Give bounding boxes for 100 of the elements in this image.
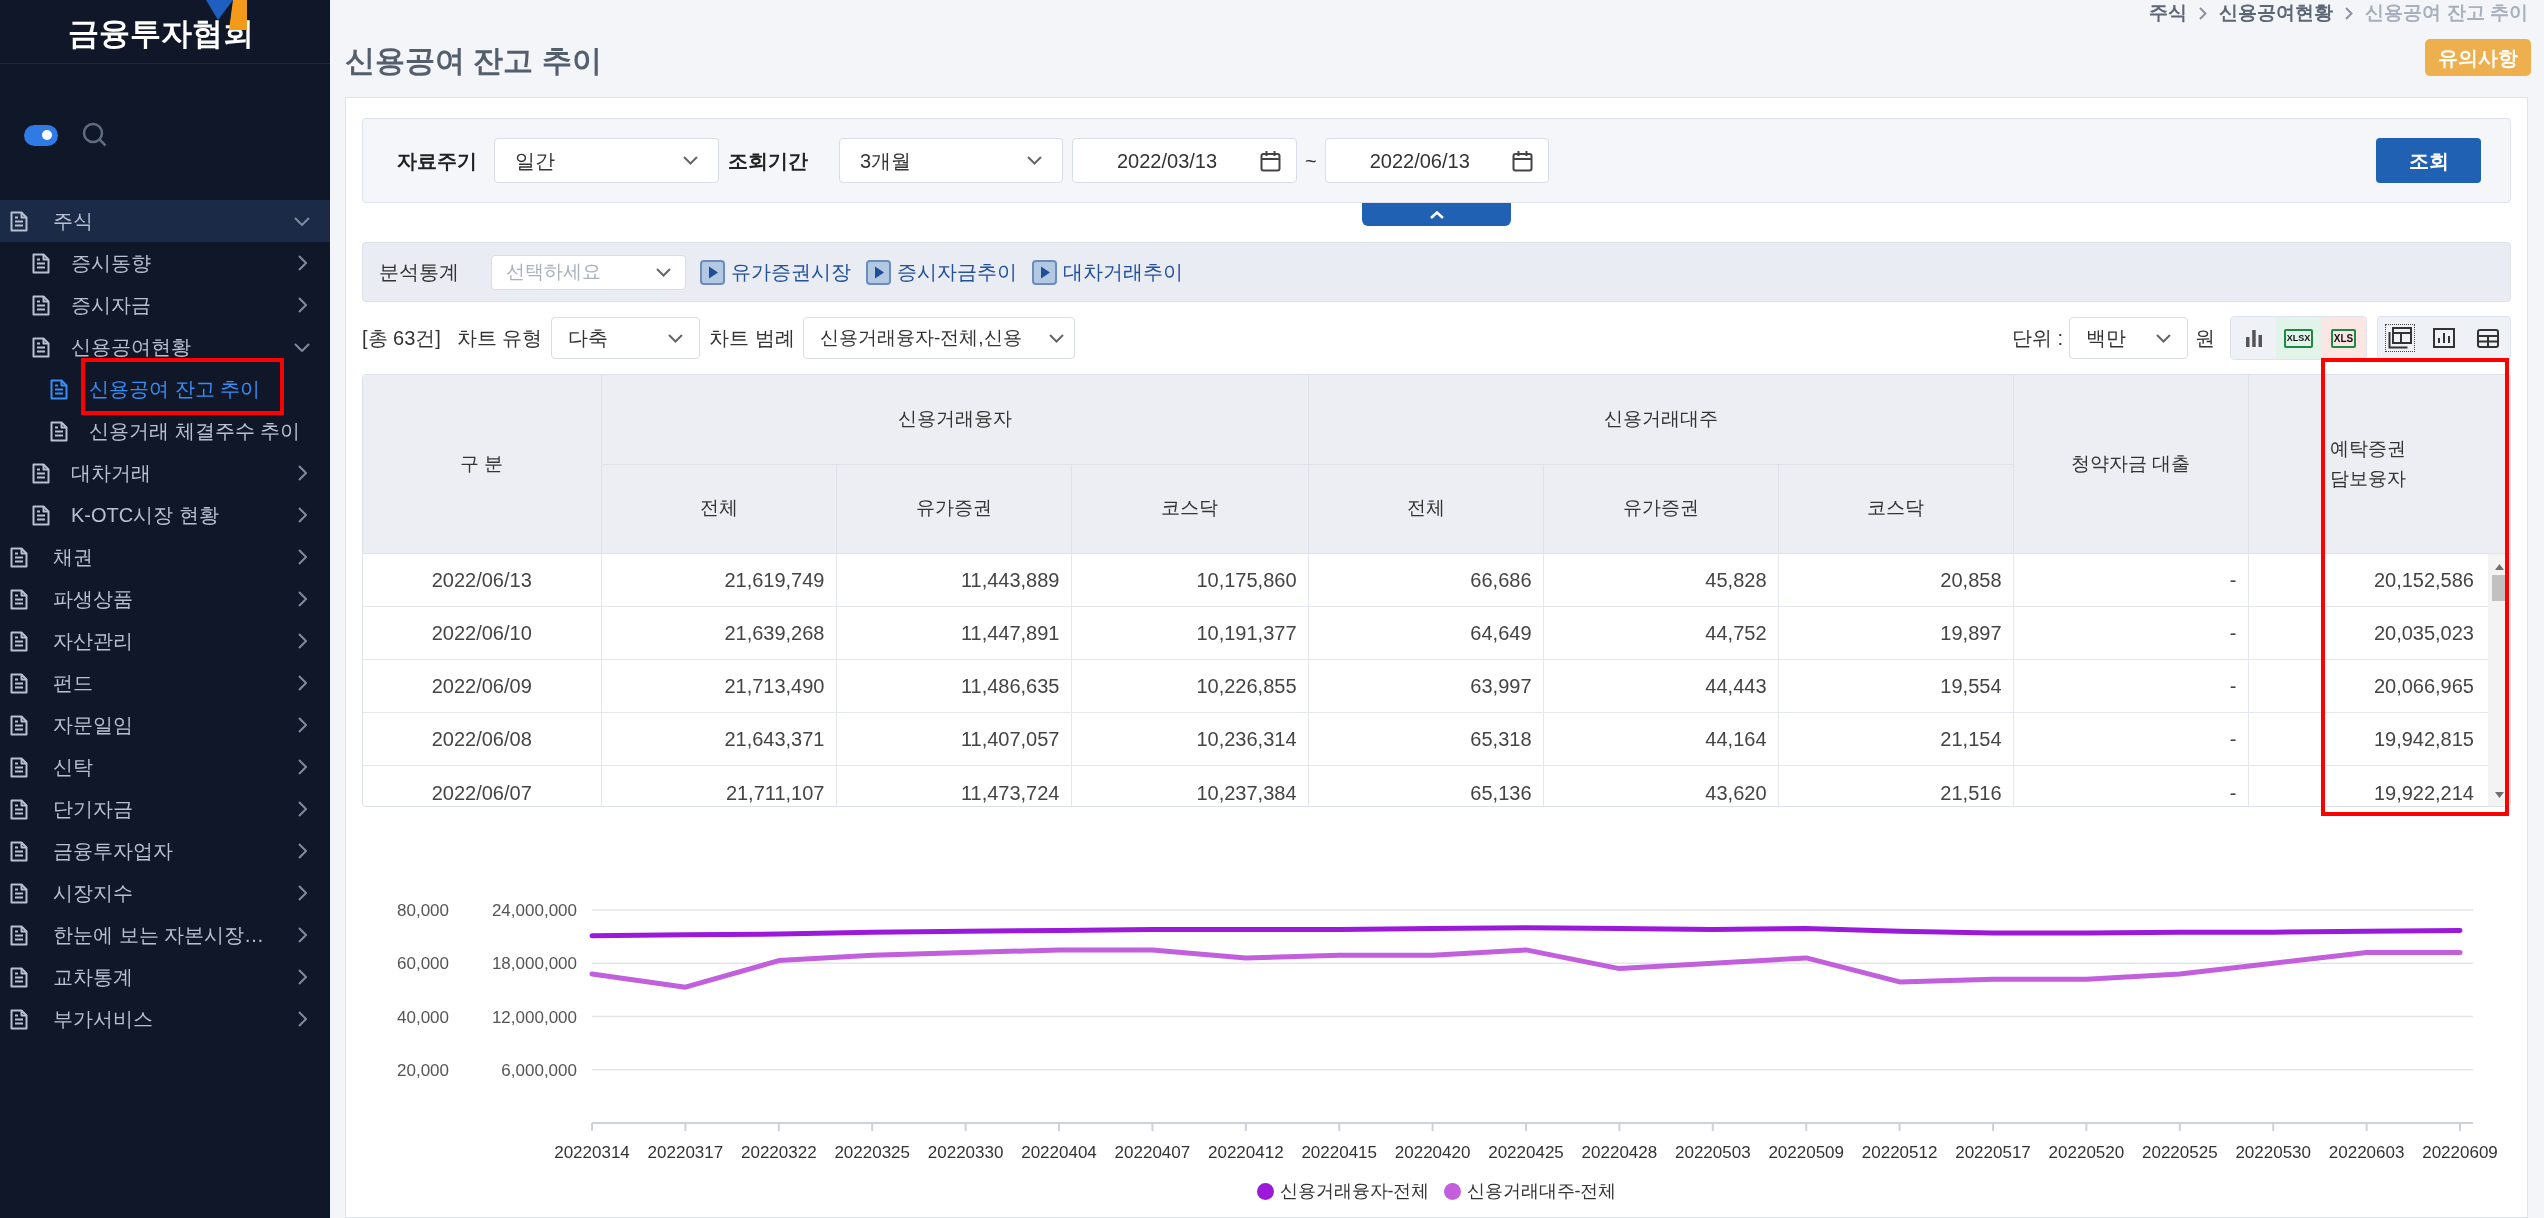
document-icon — [10, 1008, 28, 1030]
table-cell: 63,997 — [1308, 659, 1543, 712]
axis-tick-label: 20220530 — [2235, 1143, 2311, 1162]
document-icon — [10, 714, 28, 736]
link[interactable]: 대차거래추이 — [1032, 257, 1183, 287]
table-cell: 21,639,268 — [601, 606, 836, 659]
link[interactable]: 증시자금추이 — [866, 257, 1017, 287]
chevron-down-icon — [1027, 156, 1042, 165]
chevron-right-icon — [298, 549, 307, 565]
link[interactable]: 유가증권시장 — [700, 257, 851, 287]
menu-item[interactable]: 자문일임 — [0, 704, 330, 746]
axis-tick-label: 20220609 — [2422, 1143, 2498, 1162]
table-cell: 11,443,889 — [836, 553, 1071, 606]
axis-tick-label: 20220314 — [554, 1143, 630, 1162]
column-header: 예탁증권 담보융자 — [2248, 375, 2510, 553]
scroll-up-icon[interactable] — [2494, 564, 2504, 570]
grid-layout-icon — [2388, 327, 2412, 349]
logo-text: 금융투자협회 — [68, 15, 254, 53]
table-cell: 11,407,057 — [836, 712, 1071, 765]
table-cell: 21,619,749 — [601, 553, 836, 606]
column-header: 신용거래대주 — [1308, 375, 2014, 464]
period-select[interactable]: 일간 — [494, 138, 719, 183]
document-icon — [50, 378, 68, 400]
chevron-right-icon — [298, 591, 307, 607]
date-field[interactable]: 2022/06/13 — [1324, 138, 1549, 183]
document-icon — [10, 756, 28, 778]
menu-item[interactable]: K-OTC시장 현황 — [0, 494, 330, 536]
menu-item[interactable]: 신용공여 잔고 추이 — [0, 368, 330, 410]
toggle-switch[interactable] — [24, 124, 58, 146]
play-icon — [1032, 259, 1057, 285]
scrollbar-thumb[interactable] — [2492, 575, 2506, 601]
table-cell: - — [2013, 712, 2249, 765]
document-icon — [10, 630, 28, 652]
breadcrumb-link[interactable]: 주식 — [2149, 0, 2188, 28]
axis-tick-label: 20220415 — [1301, 1143, 1377, 1162]
menu-item[interactable]: 단기자금 — [0, 788, 330, 830]
menu-item[interactable]: 채권 — [0, 536, 330, 578]
menu-item[interactable]: 부가서비스 — [0, 998, 330, 1040]
menu-item[interactable]: 금융투자업자 — [0, 830, 330, 872]
menu-item[interactable]: 파생상품 — [0, 578, 330, 620]
axis-tick-label: 20220412 — [1208, 1143, 1284, 1162]
axis-tick-label: 20220509 — [1768, 1143, 1844, 1162]
range-select[interactable]: 3개월 — [839, 138, 1063, 183]
menu-item[interactable]: 증시동향 — [0, 242, 330, 284]
field-label: 단위 : — [2011, 326, 2063, 351]
table-cell: 44,164 — [1543, 712, 1778, 765]
table-cell: 10,175,860 — [1071, 553, 1308, 606]
chevron-down-icon — [683, 156, 698, 165]
breadcrumb-link[interactable]: 신용공여현황 — [2219, 0, 2334, 28]
chevron-down-icon — [668, 333, 684, 343]
column-header: 코스닥 — [1778, 464, 2014, 553]
column-header: 코스닥 — [1071, 464, 1308, 553]
document-icon — [10, 882, 28, 904]
menu-item[interactable]: 시장지수 — [0, 872, 330, 914]
axis-tick-label: 20220407 — [1114, 1143, 1191, 1162]
bar-chart-icon — [2243, 328, 2264, 348]
date-field[interactable]: 2022/03/13 — [1072, 138, 1297, 183]
menu-item[interactable]: 대차거래 — [0, 452, 330, 494]
table-cell: 20,858 — [1778, 553, 2014, 606]
chart-type-select[interactable]: 다축 — [551, 317, 701, 359]
search-icon[interactable] — [82, 122, 108, 148]
table-icon — [2477, 328, 2499, 348]
document-icon — [10, 546, 28, 568]
table-cell: 10,191,377 — [1071, 606, 1308, 659]
menu-item[interactable]: 자산관리 — [0, 620, 330, 662]
menu-item[interactable]: 신용공여현황 — [0, 326, 330, 368]
table-cell: - — [2013, 765, 2249, 806]
unit-select[interactable]: 백만 — [2069, 317, 2188, 359]
table-cell: 66,686 — [1308, 553, 1543, 606]
xls-download-button[interactable]: XLS — [2321, 317, 2366, 359]
unit-label: 원 — [2195, 326, 2215, 351]
chevron-right-icon — [298, 633, 307, 649]
column-header: 유가증권 — [1543, 464, 1778, 553]
table-cell: - — [2013, 659, 2249, 712]
table-cell: - — [2013, 606, 2249, 659]
search-button[interactable]: 조회 — [2376, 138, 2481, 183]
field-label: 자료주기 — [397, 148, 478, 174]
menu-item[interactable]: 주식 — [0, 200, 330, 242]
menu-item[interactable]: 교차통계 — [0, 956, 330, 998]
menu-item[interactable]: 신탁 — [0, 746, 330, 788]
scroll-down-icon[interactable] — [2494, 792, 2504, 798]
legend-select[interactable]: 신용거래융자-전체,신용 — [803, 317, 1076, 359]
axis-tick-label: 20220428 — [1581, 1143, 1658, 1162]
chevron-right-icon — [298, 801, 307, 817]
document-icon — [10, 210, 28, 232]
table-cell: - — [2013, 553, 2249, 606]
menu-item[interactable]: 증시자금 — [0, 284, 330, 326]
axis-tick-label: 60,000 — [397, 954, 449, 974]
axis-tick-label: 12,000,000 — [491, 1007, 577, 1027]
axis-tick-label: 20220420 — [1394, 1143, 1471, 1162]
menu-item[interactable]: 펀드 — [0, 662, 330, 704]
axis-tick-label: 20220404 — [1021, 1143, 1097, 1162]
table-cell: 65,318 — [1308, 712, 1543, 765]
menu-item[interactable]: 한눈에 보는 자본시장… — [0, 914, 330, 956]
axis-tick-label: 20220330 — [927, 1143, 1004, 1162]
document-icon — [50, 420, 68, 442]
chevron-right-icon — [2199, 6, 2208, 20]
xlsx-download-button[interactable]: XLSX — [2276, 317, 2321, 359]
menu-item[interactable]: 신용거래 체결주수 추이 — [0, 410, 330, 452]
axis-tick-label: 24,000,000 — [491, 901, 577, 920]
